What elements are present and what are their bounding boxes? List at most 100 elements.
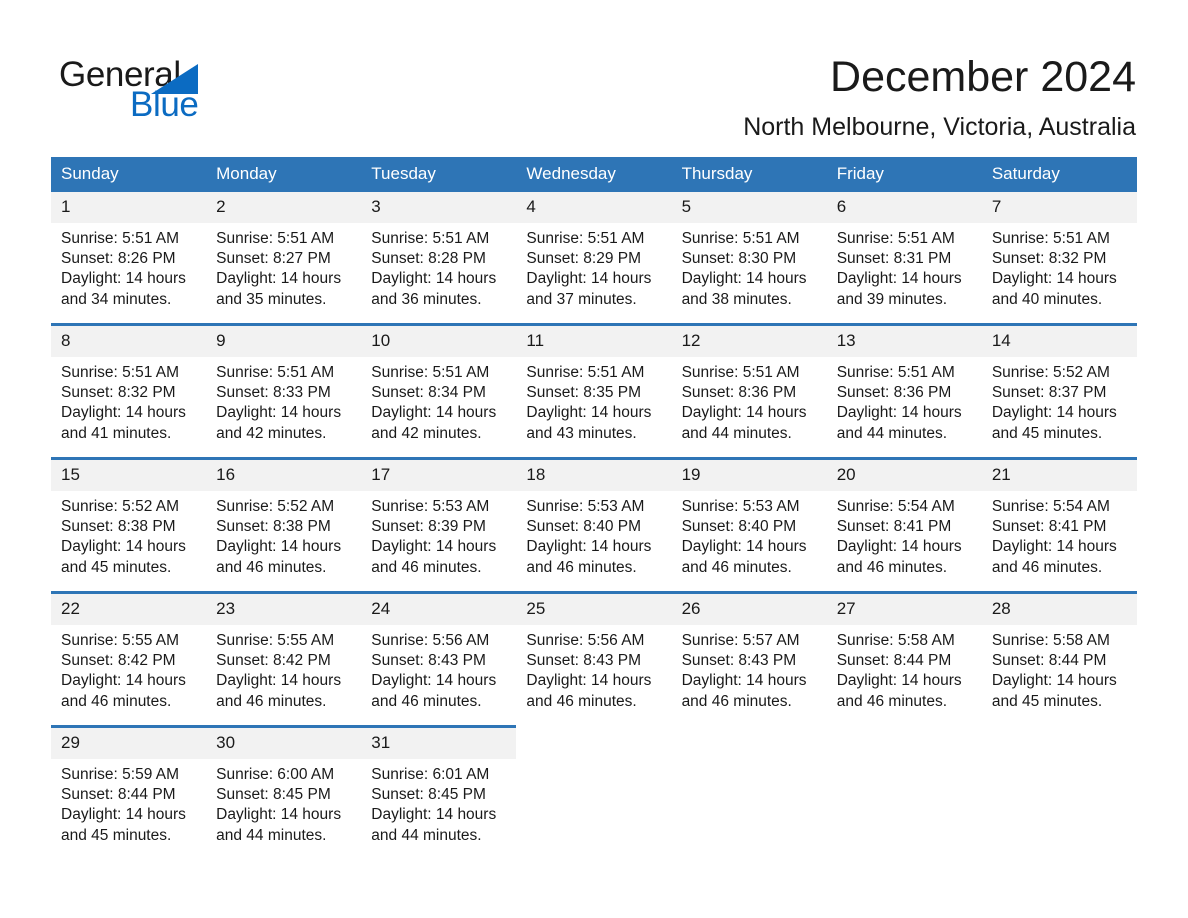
- day-details: Sunrise: 5:51 AM Sunset: 8:29 PM Daylight:…: [516, 223, 671, 310]
- calendar-day-cell[interactable]: 21 Sunrise: 5:54 AM Sunset: 8:41 PM Dayligh…: [981, 457, 1137, 593]
- calendar-day-cell[interactable]: 4 Sunrise: 5:51 AM Sunset: 8:29 PM Daylight…: [516, 192, 672, 325]
- calendar-day-cell[interactable]: 18 Sunrise: 5:53 AM Sunset: 8:40 PM Dayligh…: [516, 457, 672, 593]
- day-number: [671, 728, 827, 759]
- daylight-text-line1: Daylight: 14 hours: [216, 270, 342, 288]
- sunrise-text: Sunrise: 5:51 AM: [371, 230, 490, 247]
- calendar-day-cell[interactable]: 6 Sunrise: 5:51 AM Sunset: 8:31 PM Daylight…: [826, 192, 982, 325]
- calendar-day-cell[interactable]: 28 Sunrise: 5:58 AM Sunset: 8:44 PM Dayligh…: [981, 591, 1137, 727]
- calendar-day-cell[interactable]: 8 Sunrise: 5:51 AM Sunset: 8:32 PM Daylight…: [51, 323, 207, 459]
- day-details: Sunrise: 5:54 AM Sunset: 8:41 PM Daylight:…: [827, 491, 982, 578]
- daylight-text-line1: Daylight: 14 hours: [216, 404, 342, 422]
- weekday-header-saturday: Saturday: [981, 157, 1137, 192]
- daylight-text-line2: and 46 minutes.: [216, 558, 327, 576]
- daylight-text-line1: Daylight: 14 hours: [216, 806, 342, 824]
- sunset-text: Sunset: 8:28 PM: [371, 250, 486, 268]
- calendar-day-cell[interactable]: 3 Sunrise: 5:51 AM Sunset: 8:28 PM Daylight…: [361, 192, 517, 325]
- daylight-text-line1: Daylight: 14 hours: [681, 404, 807, 422]
- daylight-text-line2: and 46 minutes.: [836, 558, 947, 576]
- day-number: 22: [51, 594, 207, 625]
- daylight-text-line2: and 45 minutes.: [991, 424, 1103, 442]
- weekday-header-wednesday: Wednesday: [516, 157, 672, 192]
- calendar-day-cell[interactable]: 19 Sunrise: 5:53 AM Sunset: 8:40 PM Dayligh…: [671, 457, 827, 593]
- daylight-text-line2: and 41 minutes.: [61, 424, 172, 442]
- calendar-day-cell[interactable]: 30 Sunrise: 6:00 AM Sunset: 8:45 PM Dayligh…: [206, 725, 362, 859]
- day-number: 18: [516, 460, 672, 491]
- general-blue-logo[interactable]: General Blue: [59, 56, 279, 126]
- sunrise-text: Sunrise: 5:53 AM: [526, 498, 645, 515]
- calendar-week-row: 8 Sunrise: 5:51 AM Sunset: 8:32 PM Daylight…: [51, 323, 1137, 459]
- daylight-text-line2: and 44 minutes.: [681, 424, 792, 442]
- sunset-text: Sunset: 8:39 PM: [371, 518, 486, 536]
- daylight-text-line1: Daylight: 14 hours: [371, 270, 497, 288]
- day-number: 2: [206, 192, 362, 223]
- calendar-container: Sunday Monday Tuesday Wednesday Thursday…: [51, 157, 1137, 859]
- sunset-text: Sunset: 8:30 PM: [681, 250, 797, 268]
- daylight-text-line2: and 46 minutes.: [526, 692, 637, 710]
- calendar-day-cell[interactable]: 31 Sunrise: 6:01 AM Sunset: 8:45 PM Dayligh…: [361, 725, 517, 859]
- daylight-text-line1: Daylight: 14 hours: [991, 404, 1117, 422]
- day-number: 5: [671, 192, 827, 223]
- daylight-text-line2: and 34 minutes.: [61, 290, 172, 308]
- day-details: Sunrise: 5:59 AM Sunset: 8:44 PM Daylight:…: [51, 759, 206, 846]
- calendar-day-cell[interactable]: 22 Sunrise: 5:55 AM Sunset: 8:42 PM Dayligh…: [51, 591, 207, 727]
- calendar-day-cell[interactable]: 17 Sunrise: 5:53 AM Sunset: 8:39 PM Dayligh…: [361, 457, 517, 593]
- calendar-day-cell[interactable]: 13 Sunrise: 5:51 AM Sunset: 8:36 PM Dayligh…: [826, 323, 982, 459]
- daylight-text-line1: Daylight: 14 hours: [216, 672, 342, 690]
- day-number: 17: [361, 460, 517, 491]
- calendar-day-cell[interactable]: 14 Sunrise: 5:52 AM Sunset: 8:37 PM Dayligh…: [981, 323, 1137, 459]
- calendar-day-cell[interactable]: 20 Sunrise: 5:54 AM Sunset: 8:41 PM Dayligh…: [826, 457, 982, 593]
- sunrise-text: Sunrise: 5:56 AM: [371, 632, 490, 649]
- calendar-day-cell[interactable]: 27 Sunrise: 5:58 AM Sunset: 8:44 PM Dayligh…: [826, 591, 982, 727]
- day-details: Sunrise: 5:52 AM Sunset: 8:38 PM Daylight:…: [51, 491, 206, 578]
- day-details: Sunrise: 5:51 AM Sunset: 8:35 PM Daylight:…: [516, 357, 671, 444]
- page-title: December 2024: [830, 53, 1136, 101]
- sunset-text: Sunset: 8:42 PM: [216, 652, 331, 670]
- sunrise-text: Sunrise: 5:54 AM: [991, 498, 1110, 515]
- daylight-text-line2: and 39 minutes.: [836, 290, 947, 308]
- sunset-text: Sunset: 8:32 PM: [991, 250, 1107, 268]
- calendar-page: General Blue December 2024 North Melbour…: [0, 0, 1188, 918]
- calendar-day-cell[interactable]: 11 Sunrise: 5:51 AM Sunset: 8:35 PM Dayligh…: [516, 323, 672, 459]
- calendar-day-cell[interactable]: 26 Sunrise: 5:57 AM Sunset: 8:43 PM Dayligh…: [671, 591, 827, 727]
- sunrise-text: Sunrise: 5:51 AM: [526, 230, 645, 247]
- day-details: Sunrise: 5:52 AM Sunset: 8:38 PM Daylight:…: [206, 491, 361, 578]
- daylight-text-line1: Daylight: 14 hours: [526, 270, 652, 288]
- calendar-day-cell[interactable]: 12 Sunrise: 5:51 AM Sunset: 8:36 PM Dayligh…: [671, 323, 827, 459]
- day-number: 27: [826, 594, 982, 625]
- sunrise-text: Sunrise: 5:51 AM: [836, 230, 955, 247]
- daylight-text-line2: and 44 minutes.: [371, 826, 482, 844]
- daylight-text-line2: and 38 minutes.: [681, 290, 792, 308]
- calendar-day-cell[interactable]: 15 Sunrise: 5:52 AM Sunset: 8:38 PM Dayligh…: [51, 457, 207, 593]
- sunset-text: Sunset: 8:41 PM: [836, 518, 952, 536]
- day-number: 25: [516, 594, 672, 625]
- day-number: 8: [51, 326, 207, 357]
- calendar-day-cell[interactable]: 5 Sunrise: 5:51 AM Sunset: 8:30 PM Daylight…: [671, 192, 827, 325]
- weekday-header-thursday: Thursday: [671, 157, 827, 192]
- calendar-day-cell[interactable]: 9 Sunrise: 5:51 AM Sunset: 8:33 PM Daylight…: [206, 323, 362, 459]
- calendar-day-cell[interactable]: 2 Sunrise: 5:51 AM Sunset: 8:27 PM Daylight…: [206, 192, 362, 325]
- day-number: 13: [826, 326, 982, 357]
- sunset-text: Sunset: 8:38 PM: [216, 518, 331, 536]
- day-details: Sunrise: 5:57 AM Sunset: 8:43 PM Daylight:…: [672, 625, 827, 712]
- day-number: 4: [516, 192, 672, 223]
- calendar-day-cell[interactable]: 24 Sunrise: 5:56 AM Sunset: 8:43 PM Dayligh…: [361, 591, 517, 727]
- day-number: [981, 728, 1137, 759]
- calendar-day-cell[interactable]: 16 Sunrise: 5:52 AM Sunset: 8:38 PM Dayligh…: [206, 457, 362, 593]
- sunrise-text: Sunrise: 5:51 AM: [216, 230, 335, 247]
- calendar-week-row: 1 Sunrise: 5:51 AM Sunset: 8:26 PM Daylight…: [51, 192, 1137, 325]
- sunrise-text: Sunrise: 5:59 AM: [61, 766, 180, 783]
- day-details: Sunrise: 5:51 AM Sunset: 8:36 PM Daylight:…: [827, 357, 982, 444]
- calendar-week-row: 22 Sunrise: 5:55 AM Sunset: 8:42 PM Dayligh…: [51, 591, 1137, 727]
- daylight-text-line1: Daylight: 14 hours: [836, 672, 962, 690]
- daylight-text-line2: and 45 minutes.: [61, 558, 172, 576]
- sunrise-text: Sunrise: 5:53 AM: [371, 498, 490, 515]
- day-number: 14: [981, 326, 1137, 357]
- calendar-day-cell[interactable]: 7 Sunrise: 5:51 AM Sunset: 8:32 PM Daylight…: [981, 192, 1137, 325]
- calendar-day-cell[interactable]: 10 Sunrise: 5:51 AM Sunset: 8:34 PM Dayligh…: [361, 323, 517, 459]
- calendar-day-cell[interactable]: 25 Sunrise: 5:56 AM Sunset: 8:43 PM Dayligh…: [516, 591, 672, 727]
- calendar-day-cell[interactable]: 23 Sunrise: 5:55 AM Sunset: 8:42 PM Dayligh…: [206, 591, 362, 727]
- calendar-day-cell[interactable]: 29 Sunrise: 5:59 AM Sunset: 8:44 PM Dayligh…: [51, 725, 207, 859]
- calendar-day-cell[interactable]: 1 Sunrise: 5:51 AM Sunset: 8:26 PM Daylight…: [51, 192, 207, 325]
- daylight-text-line2: and 36 minutes.: [371, 290, 482, 308]
- daylight-text-line1: Daylight: 14 hours: [61, 270, 186, 288]
